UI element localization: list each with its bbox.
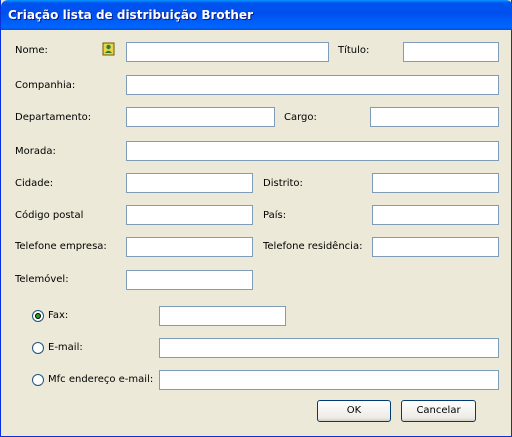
- label-fax: Fax:: [48, 310, 69, 321]
- radio-email[interactable]: [32, 342, 44, 354]
- label-pais: País:: [263, 210, 287, 221]
- fax-field[interactable]: [159, 306, 286, 326]
- cidade-field[interactable]: [126, 173, 253, 193]
- label-cargo: Cargo:: [284, 112, 317, 123]
- label-mfc-email: Mfc endereço e-mail:: [48, 374, 154, 385]
- label-cidade: Cidade:: [15, 178, 54, 189]
- radio-mfc-email[interactable]: [32, 374, 44, 386]
- radio-fax[interactable]: [32, 310, 44, 322]
- window-title: Criação lista de distribuição Brother: [8, 8, 253, 22]
- label-companhia: Companhia:: [15, 80, 76, 91]
- label-morada: Morada:: [15, 146, 56, 157]
- telefone-empresa-field[interactable]: [126, 237, 253, 257]
- label-telefone-empresa: Telefone empresa:: [15, 241, 107, 252]
- radio-selected-dot: [35, 313, 41, 319]
- morada-field[interactable]: [126, 141, 499, 161]
- titulo-field[interactable]: [403, 42, 499, 62]
- dialog-window: Criação lista de distribuição Brother No…: [0, 0, 512, 437]
- pais-field[interactable]: [372, 205, 499, 225]
- companhia-field[interactable]: [126, 75, 499, 95]
- telemovel-field[interactable]: [126, 270, 253, 290]
- nome-field[interactable]: [126, 42, 329, 62]
- label-telefone-residencia: Telefone residência:: [263, 241, 363, 252]
- label-departamento: Departamento:: [15, 112, 92, 123]
- codigo-postal-field[interactable]: [126, 205, 253, 225]
- distrito-field[interactable]: [372, 173, 499, 193]
- label-nome: Nome:: [15, 45, 48, 56]
- mfc-email-field[interactable]: [159, 370, 499, 390]
- label-codigo-postal: Código postal: [15, 210, 84, 221]
- label-telemovel: Telemóvel:: [15, 274, 69, 285]
- label-email: E-mail:: [48, 342, 83, 353]
- email-field[interactable]: [159, 338, 499, 358]
- telefone-residencia-field[interactable]: [372, 237, 499, 257]
- ok-button[interactable]: OK: [317, 400, 391, 422]
- label-distrito: Distrito:: [263, 178, 303, 189]
- address-card-icon: [102, 42, 115, 56]
- title-bar[interactable]: Criação lista de distribuição Brother: [1, 0, 512, 30]
- label-titulo: Título:: [338, 45, 370, 56]
- departamento-field[interactable]: [126, 107, 275, 127]
- cargo-field[interactable]: [370, 107, 499, 127]
- cancel-button[interactable]: Cancelar: [401, 400, 476, 422]
